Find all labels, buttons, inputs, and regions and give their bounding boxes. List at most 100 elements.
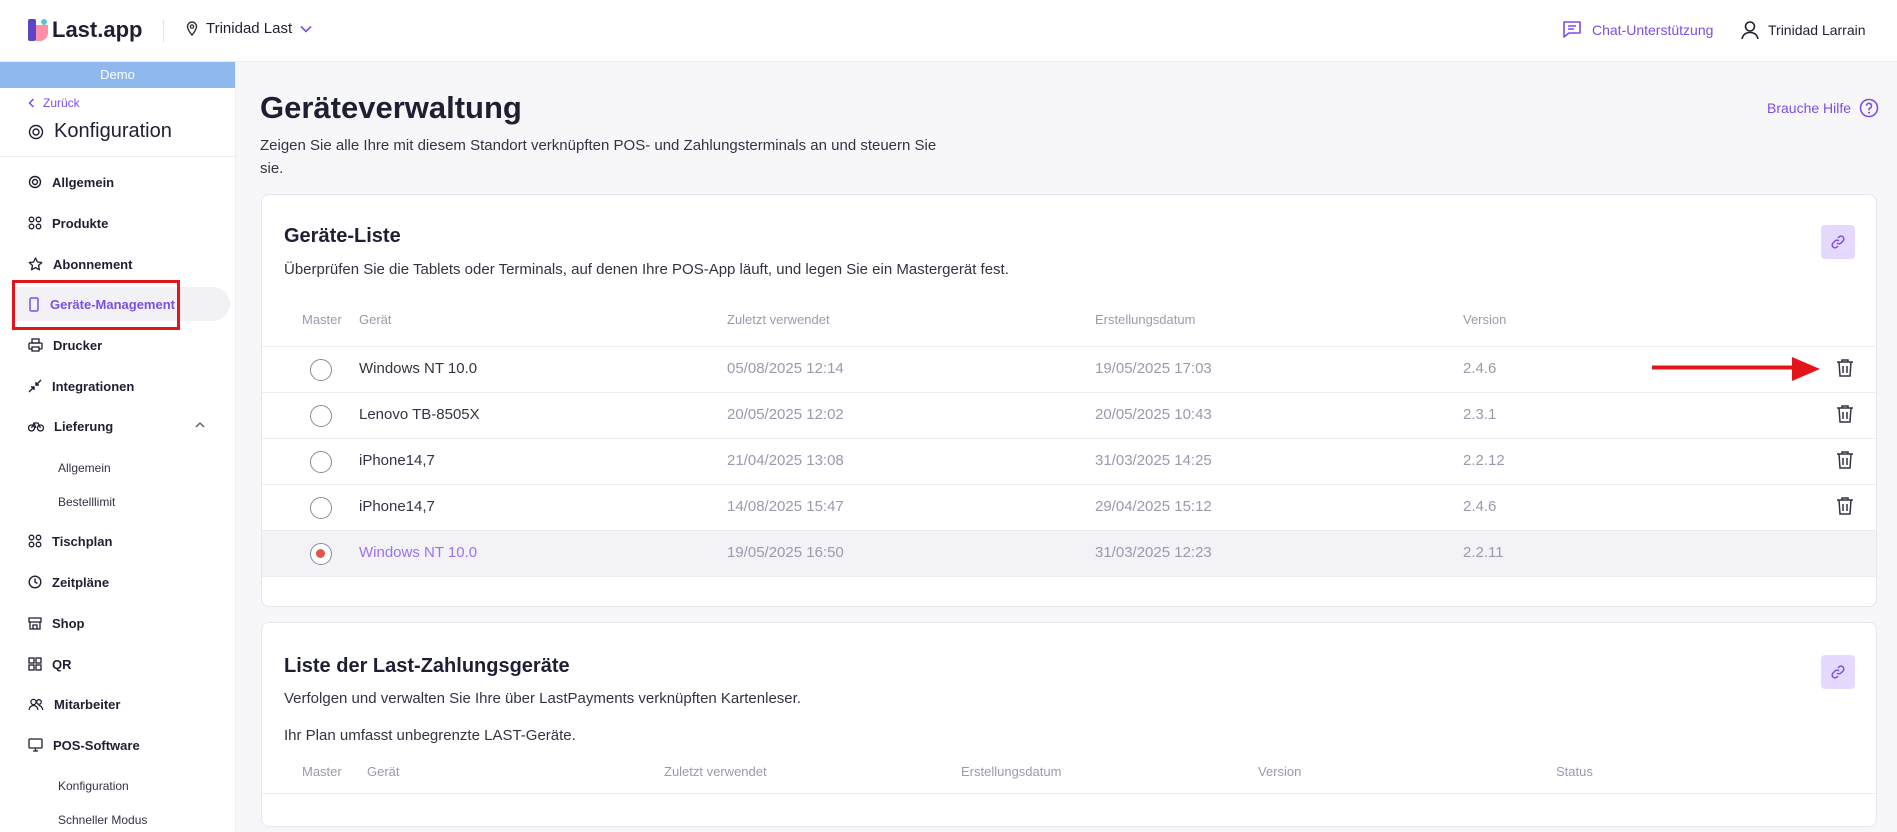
last-used: 05/08/2025 12:14 xyxy=(727,360,844,377)
sidebar-item-label: Shop xyxy=(52,615,85,631)
sidebar-item-label: Tischplan xyxy=(52,533,113,549)
sidebar-subitem-schneller-modus[interactable]: Schneller Modus xyxy=(58,813,147,827)
master-radio[interactable] xyxy=(310,359,332,381)
copy-link-button[interactable] xyxy=(1821,655,1855,689)
sidebar-item-pos-software[interactable]: POS-Software xyxy=(28,735,140,755)
sidebar-item-label: Produkte xyxy=(52,215,109,231)
sidebar-item-label: Drucker xyxy=(53,337,103,353)
help-icon xyxy=(1859,98,1879,118)
last-used: 20/05/2025 12:02 xyxy=(727,406,844,423)
help-label: Brauche Hilfe xyxy=(1767,100,1852,116)
device-name: Windows NT 10.0 xyxy=(359,360,478,377)
sidebar-item-qr[interactable]: QR xyxy=(28,654,72,674)
annotation-arrow-icon xyxy=(1652,357,1820,381)
section-title-label: Konfiguration xyxy=(54,120,172,142)
column-header-last-used: Zuletzt verwendet xyxy=(727,312,830,327)
sidebar-item-tischplan[interactable]: Tischplan xyxy=(28,531,112,551)
trash-icon[interactable] xyxy=(1836,450,1854,470)
location-selector[interactable]: Trinidad Last xyxy=(186,20,312,37)
sidebar-item-integrationen[interactable]: Integrationen xyxy=(28,376,134,396)
sidebar-item-zeitplaene[interactable]: Zeitpläne xyxy=(28,572,109,592)
sidebar-subitem-bestelllimit[interactable]: Bestelllimit xyxy=(58,495,115,509)
devices-card: Geräte-Liste Überprüfen Sie die Tablets … xyxy=(261,194,1877,607)
trash-icon[interactable] xyxy=(1836,404,1854,424)
trash-icon[interactable] xyxy=(1836,496,1854,516)
last-used: 19/05/2025 16:50 xyxy=(727,544,844,561)
device-name: iPhone14,7 xyxy=(359,452,435,469)
payments-card-description: Verfolgen und verwalten Sie Ihre über La… xyxy=(284,690,801,707)
monitor-icon xyxy=(28,738,43,752)
logo-mark-icon xyxy=(28,19,48,41)
top-bar: Last.app Trinidad Last Chat-Unterstützun… xyxy=(0,0,1897,62)
chat-icon xyxy=(1563,21,1581,38)
people-icon xyxy=(28,698,44,710)
grid-icon xyxy=(28,534,42,548)
sidebar-item-produkte[interactable]: Produkte xyxy=(28,213,108,233)
device-name: Lenovo TB-8505X xyxy=(359,406,480,423)
section-title: Konfiguration xyxy=(28,120,172,143)
chevron-left-icon xyxy=(28,98,35,108)
devices-card-description: Überprüfen Sie die Tablets oder Terminal… xyxy=(284,261,1009,278)
sidebar-item-abonnement[interactable]: Abonnement xyxy=(28,254,132,274)
column-header-device: Gerät xyxy=(359,312,392,327)
plan-note: Ihr Plan umfasst unbegrenzte LAST-Geräte… xyxy=(284,727,576,744)
help-link[interactable]: Brauche Hilfe xyxy=(1767,98,1879,118)
sidebar-item-label: Allgemein xyxy=(52,174,115,190)
location-pin-icon xyxy=(186,21,198,36)
user-menu[interactable]: Trinidad Larrain xyxy=(1740,20,1866,40)
location-name: Trinidad Last xyxy=(206,20,293,37)
back-link[interactable]: Zurück xyxy=(28,96,80,110)
sidebar-item-allgemein[interactable]: Allgemein xyxy=(28,172,114,192)
column-header-version: Version xyxy=(1463,312,1507,327)
column-header-version: Version xyxy=(1258,764,1302,779)
payments-card: Liste der Last-Zahlungsgeräte Verfolgen … xyxy=(261,622,1877,827)
grid-icon xyxy=(28,216,42,230)
chat-support-link[interactable]: Chat-Unterstützung xyxy=(1562,20,1713,39)
version: 2.4.6 xyxy=(1463,498,1497,515)
sidebar-item-drucker[interactable]: Drucker xyxy=(28,335,102,355)
trash-icon[interactable] xyxy=(1836,358,1854,378)
bike-icon xyxy=(28,422,44,432)
star-icon xyxy=(28,257,43,271)
table-header-border xyxy=(262,793,1876,794)
created-date: 31/03/2025 14:25 xyxy=(1095,452,1212,469)
sidebar-subitem-allgemein[interactable]: Allgemein xyxy=(58,461,111,475)
logo[interactable]: Last.app xyxy=(28,17,142,43)
version: 2.3.1 xyxy=(1463,406,1497,423)
master-radio[interactable] xyxy=(310,405,332,427)
sidebar-item-lieferung[interactable]: Lieferung xyxy=(28,416,113,436)
arrows-icon xyxy=(28,379,42,393)
column-header-master: Master xyxy=(302,764,342,779)
version: 2.2.11 xyxy=(1463,544,1504,561)
copy-link-button[interactable] xyxy=(1821,225,1855,259)
column-header-status: Status xyxy=(1556,764,1593,779)
sidebar: Demo Zurück Konfiguration Allgemein Prod… xyxy=(0,62,236,832)
sidebar-item-mitarbeiter[interactable]: Mitarbeiter xyxy=(28,694,120,714)
master-radio[interactable] xyxy=(310,451,332,473)
devices-card-title: Geräte-Liste xyxy=(284,225,401,247)
logo-text: Last.app xyxy=(52,17,143,42)
master-radio-selected[interactable] xyxy=(310,543,332,565)
last-used: 14/08/2025 15:47 xyxy=(727,498,844,515)
chevron-up-icon[interactable] xyxy=(195,421,205,428)
sidebar-item-label: Lieferung xyxy=(54,418,114,434)
sidebar-item-shop[interactable]: Shop xyxy=(28,613,85,633)
device-name: iPhone14,7 xyxy=(359,498,435,515)
created-date: 19/05/2025 17:03 xyxy=(1095,360,1212,377)
sidebar-item-label: Zeitpläne xyxy=(52,574,110,590)
divider xyxy=(0,156,236,157)
user-name: Trinidad Larrain xyxy=(1768,22,1866,38)
master-radio[interactable] xyxy=(310,497,332,519)
sidebar-item-label: POS-Software xyxy=(53,737,140,753)
chevron-down-icon xyxy=(300,25,312,33)
column-header-created: Erstellungsdatum xyxy=(1095,312,1196,327)
column-header-master: Master xyxy=(302,312,342,327)
column-header-last-used: Zuletzt verwendet xyxy=(664,764,767,779)
chat-label: Chat-Unterstützung xyxy=(1592,21,1714,38)
version: 2.4.6 xyxy=(1463,360,1497,377)
table-row: Windows NT 10.0 05/08/2025 12:14 19/05/2… xyxy=(262,346,1876,392)
device-name: Windows NT 10.0 xyxy=(359,544,478,561)
demo-banner: Demo xyxy=(0,62,235,88)
table-row: iPhone14,7 14/08/2025 15:47 29/04/2025 1… xyxy=(262,484,1876,530)
sidebar-subitem-konfiguration[interactable]: Konfiguration xyxy=(58,779,129,793)
